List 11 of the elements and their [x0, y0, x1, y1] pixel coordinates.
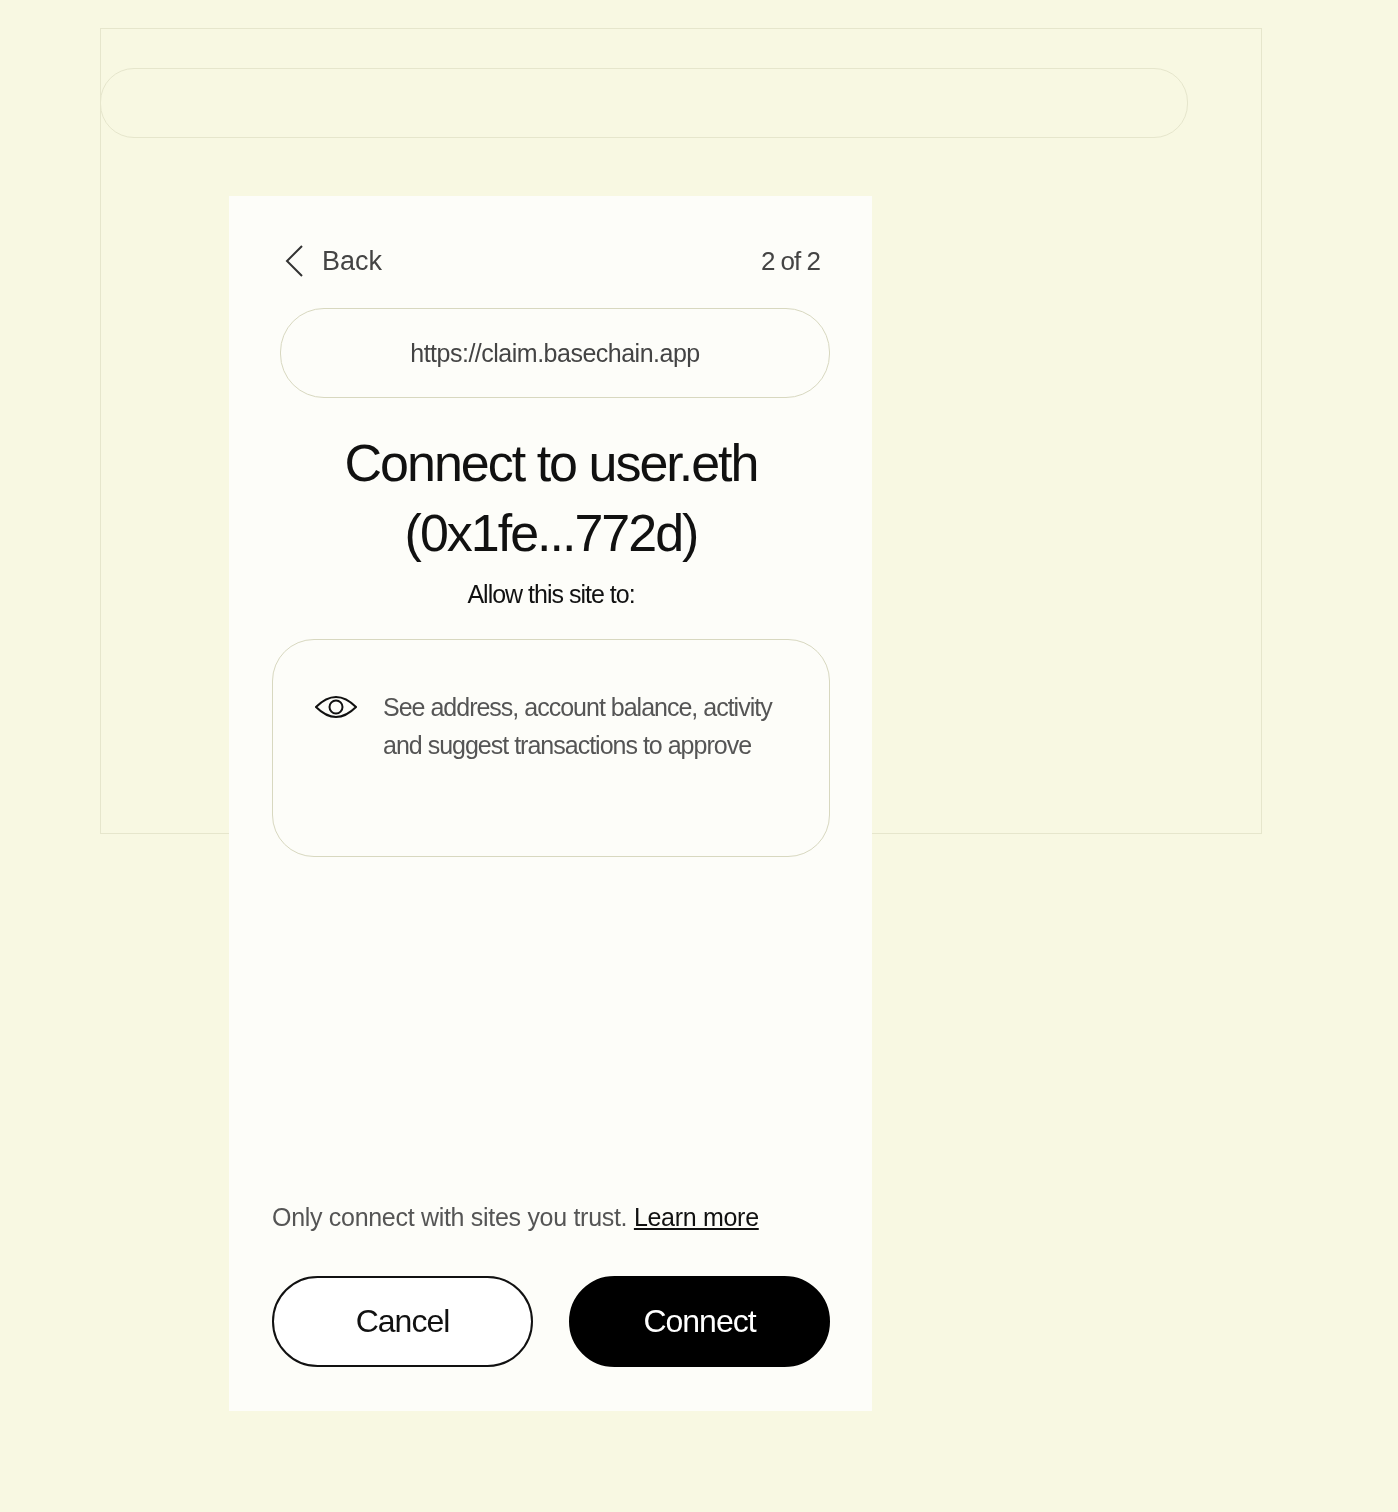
- permissions-heading: Allow this site to:: [466, 580, 636, 609]
- back-button[interactable]: Back: [284, 244, 383, 278]
- learn-more-link[interactable]: Learn more: [633, 1203, 759, 1231]
- cancel-button[interactable]: Cancel: [272, 1276, 533, 1367]
- connect-button[interactable]: Connect: [569, 1276, 830, 1367]
- step-counter: 2 of 2: [760, 245, 820, 277]
- site-url: https://claim.basechain.app: [280, 308, 830, 398]
- dialog-title: Connect to user.eth (0x1fe...772d): [343, 433, 759, 564]
- eye-icon: [315, 695, 357, 719]
- trust-notice: Only connect with sites you trust. Learn more: [272, 1203, 760, 1232]
- permission-text: See address, account balance, activity and suggest transactions to approve: [383, 692, 774, 761]
